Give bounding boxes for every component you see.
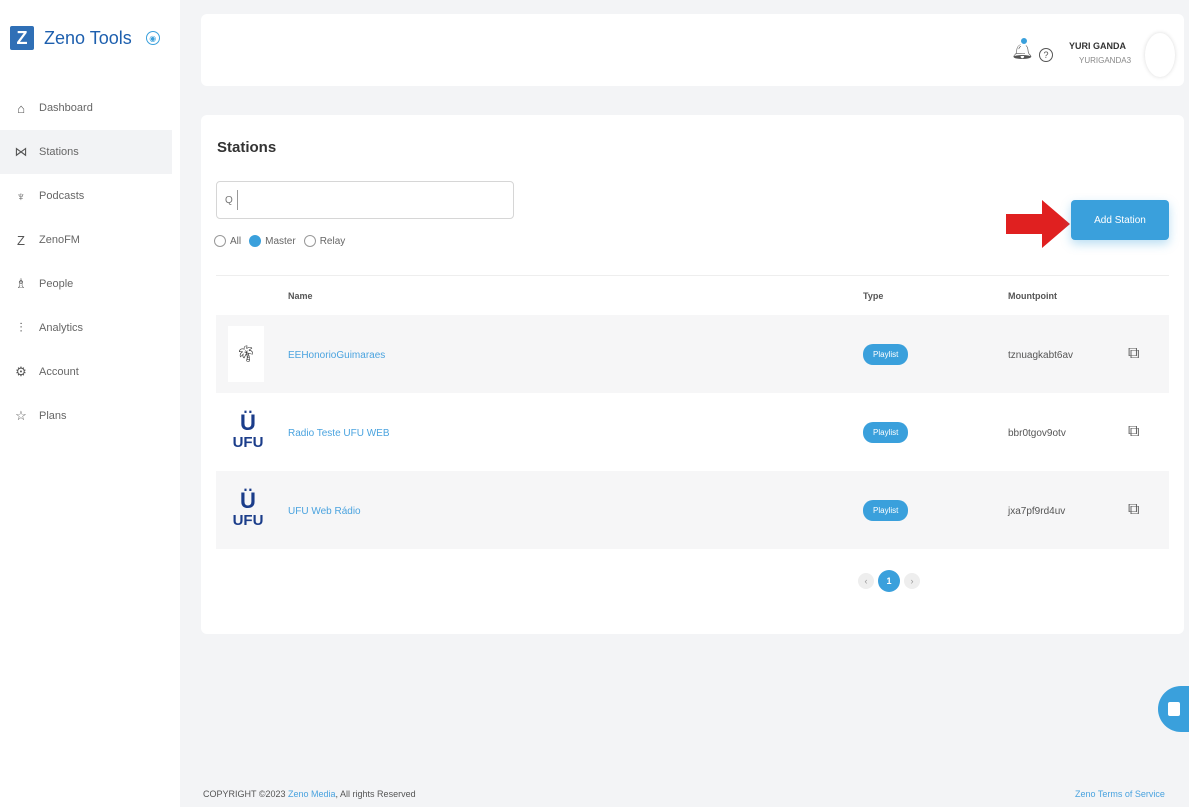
type-filter: All Master Relay: [214, 235, 353, 247]
filter-master[interactable]: Master: [249, 235, 296, 247]
radio-icon: [214, 235, 226, 247]
zeno-icon: Z: [17, 232, 25, 248]
stations-table: Name Type Mountpoint 🌴︎ EEHonorioGuimara…: [216, 275, 1169, 549]
type-badge: Playlist: [863, 421, 909, 443]
top-bar: 🔔︎ ? YURI GANDA YURIGANDA3: [201, 14, 1184, 86]
column-header-type[interactable]: Type: [863, 291, 1008, 301]
stations-card: Stations Q All Master Relay Add Station …: [201, 115, 1184, 634]
home-icon: ⌂: [17, 100, 25, 116]
sidebar-item-label: Plans: [39, 410, 67, 422]
sidebar-item-stations[interactable]: ⋈ Stations: [0, 130, 172, 174]
filter-all[interactable]: All: [214, 235, 241, 247]
station-name-link[interactable]: UFU Web Rádio: [288, 506, 361, 517]
company-link[interactable]: Zeno Media: [288, 789, 336, 799]
pagination: ‹ 1 ›: [858, 570, 920, 592]
sidebar-nav: ⌂ Dashboard ⋈ Stations ♆ Podcasts Z Zeno…: [0, 86, 172, 438]
help-icon[interactable]: ?: [1039, 48, 1053, 62]
sidebar-item-label: Account: [39, 366, 79, 378]
station-logo: Ü UFU: [228, 404, 268, 460]
user-name: YURI GANDA: [1069, 41, 1127, 51]
search-icon: Q: [225, 194, 233, 206]
gear-icon: ⚙: [15, 364, 27, 379]
type-badge: Playlist: [863, 343, 909, 365]
sidebar-item-label: ZenoFM: [39, 234, 80, 246]
table-row[interactable]: 🌴︎ EEHonorioGuimaraes Playlist tznuagkab…: [216, 315, 1169, 393]
zeno-logo-icon: Z: [10, 26, 34, 50]
mountpoint: bbr0tgov9otv: [1008, 428, 1066, 439]
column-header-name[interactable]: Name: [288, 291, 863, 301]
search-input[interactable]: [236, 190, 487, 210]
sidebar-item-label: Podcasts: [39, 190, 85, 202]
ufu-symbol-icon: Ü: [240, 488, 256, 513]
avatar[interactable]: [1145, 33, 1175, 77]
brand-name: Zeno Tools: [44, 27, 132, 48]
chat-widget-button[interactable]: [1158, 686, 1189, 732]
sidebar-item-analytics[interactable]: ⫶ Analytics: [0, 306, 172, 350]
station-logo: Ü UFU: [228, 482, 268, 538]
column-header-mountpoint[interactable]: Mountpoint: [1008, 291, 1128, 301]
terms-link[interactable]: Zeno Terms of Service: [1075, 789, 1165, 799]
sidebar-item-dashboard[interactable]: ⌂ Dashboard: [0, 86, 172, 130]
copy-icon[interactable]: ⧉: [1128, 345, 1139, 362]
people-icon: ♗: [15, 276, 27, 291]
sidebar-item-plans[interactable]: ☆ Plans: [0, 394, 172, 438]
sidebar-item-zenofm[interactable]: Z ZenoFM: [0, 218, 172, 262]
notification-badge: [1019, 36, 1029, 46]
sidebar-item-account[interactable]: ⚙ Account: [0, 350, 172, 394]
microphone-icon: ♆: [16, 188, 26, 204]
stations-icon: ⋈: [14, 144, 28, 159]
station-name-link[interactable]: EEHonorioGuimaraes: [288, 350, 385, 361]
sidebar-item-label: Stations: [39, 146, 79, 158]
prev-page-button[interactable]: ‹: [858, 573, 874, 589]
add-station-button[interactable]: Add Station: [1071, 200, 1169, 240]
page-1-button[interactable]: 1: [878, 570, 900, 592]
next-page-button[interactable]: ›: [904, 573, 920, 589]
user-handle: YURIGANDA3: [1079, 56, 1132, 65]
station-name-link[interactable]: Radio Teste UFU WEB: [288, 428, 390, 439]
radio-icon: [303, 235, 316, 247]
table-row[interactable]: Ü UFU UFU Web Rádio Playlist jxa7pf9rd4u…: [216, 471, 1169, 549]
table-row[interactable]: Ü UFU Radio Teste UFU WEB Playlist bbr0t…: [216, 393, 1169, 471]
collapse-circle-icon[interactable]: ◉: [145, 31, 160, 45]
type-badge: Playlist: [863, 499, 909, 521]
ufu-logo-text: UFU: [232, 434, 264, 451]
brand[interactable]: Z Zeno Tools ◉: [10, 26, 160, 50]
mountpoint: jxa7pf9rd4uv: [1008, 506, 1066, 517]
footer-copyright: COPYRIGHT ©2023 Zeno Media, All rights R…: [203, 789, 416, 799]
red-arrow-icon: [1006, 200, 1070, 248]
search-box[interactable]: Q: [216, 181, 514, 219]
analytics-icon: ⫶: [19, 320, 23, 335]
filter-label: Master: [265, 235, 296, 247]
radio-checked-icon: [249, 235, 262, 247]
ufu-symbol-icon: Ü: [240, 410, 256, 435]
sidebar-item-podcasts[interactable]: ♆ Podcasts: [0, 174, 172, 218]
sidebar-item-people[interactable]: ♗ People: [0, 262, 172, 306]
filter-label: Relay: [319, 235, 346, 247]
sidebar: Z Zeno Tools ◉ ⌂ Dashboard ⋈ Stations ♆ …: [0, 0, 180, 807]
sidebar-item-label: People: [39, 278, 74, 290]
ufu-logo-text: UFU: [232, 512, 264, 529]
chat-icon: [1167, 702, 1180, 716]
filter-label: All: [230, 235, 242, 247]
sidebar-item-label: Dashboard: [39, 102, 93, 114]
station-logo: 🌴︎: [228, 326, 264, 382]
star-icon: ☆: [15, 408, 27, 423]
table-header: Name Type Mountpoint: [216, 275, 1169, 315]
sidebar-item-label: Analytics: [39, 322, 84, 334]
copy-icon[interactable]: ⧉: [1128, 423, 1139, 440]
filter-relay[interactable]: Relay: [303, 235, 346, 247]
copy-icon[interactable]: ⧉: [1128, 501, 1139, 518]
page-title: Stations: [217, 139, 277, 156]
mountpoint: tznuagkabt6av: [1008, 350, 1074, 361]
